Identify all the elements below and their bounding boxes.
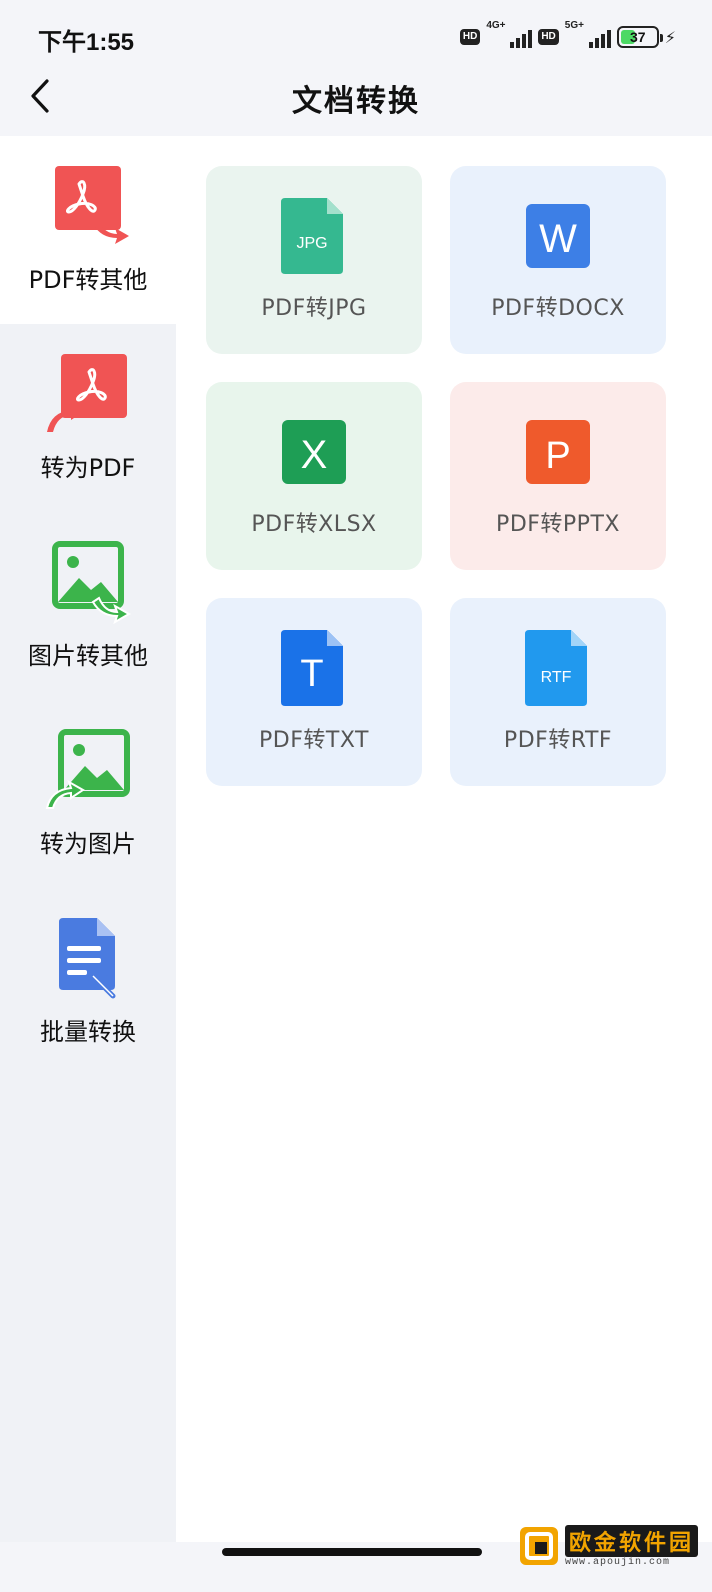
sidebar-item-label: 转为PDF bbox=[40, 454, 136, 482]
excel-icon-text: X bbox=[301, 433, 328, 477]
sidebar-item-label: 批量转换 bbox=[40, 1018, 136, 1046]
pdf-to-pptx-card[interactable]: P PDF转PPTX bbox=[450, 382, 666, 570]
rtf-icon-text: RTF bbox=[541, 669, 572, 686]
sidebar-item-label: 转为图片 bbox=[40, 830, 136, 858]
cellular-signal-icon: 5G+ bbox=[565, 20, 611, 50]
txt-icon-text: T bbox=[300, 653, 323, 695]
status-bar: 下午1:55 HD 4G+ HD 5G+ 37 ⚡ bbox=[0, 0, 712, 70]
jpg-file-icon: JPG bbox=[281, 198, 343, 274]
powerpoint-icon: P bbox=[526, 420, 590, 484]
hd-badge: HD bbox=[459, 29, 481, 45]
conversion-options-panel: JPG PDF转JPG W PDF转DOCX X PDF转XLSX P PDF转… bbox=[176, 136, 712, 1542]
pdf-to-docx-card[interactable]: W PDF转DOCX bbox=[450, 166, 666, 354]
app-header: 文档转换 bbox=[0, 70, 712, 136]
battery-level: 37 bbox=[629, 29, 646, 45]
card-label: PDF转RTF bbox=[503, 728, 613, 753]
watermark-logo-icon bbox=[519, 1527, 558, 1565]
watermark-title: 欧金软件园 bbox=[564, 1524, 698, 1557]
pdf-to-jpg-card[interactable]: JPG PDF转JPG bbox=[206, 166, 422, 354]
card-label: PDF转PPTX bbox=[496, 512, 620, 537]
powerpoint-icon-text: P bbox=[545, 435, 570, 477]
status-time: 下午1:55 bbox=[38, 29, 135, 56]
network-type-label: 4G+ bbox=[486, 20, 506, 31]
sidebar-item-pdf-to-other[interactable]: PDF转其他 bbox=[0, 136, 176, 324]
watermark-url: www.apoujin.com bbox=[564, 1556, 670, 1568]
batch-convert-icon bbox=[59, 918, 116, 999]
card-label: PDF转TXT bbox=[259, 728, 369, 753]
card-label: PDF转DOCX bbox=[491, 296, 625, 321]
sidebar-item-image-to-other[interactable]: 图片转其他 bbox=[0, 512, 176, 700]
sidebar-item-to-pdf[interactable]: 转为PDF bbox=[0, 324, 176, 512]
pdf-to-rtf-card[interactable]: RTF PDF转RTF bbox=[450, 598, 666, 786]
pdf-convert-in-icon bbox=[47, 354, 127, 432]
card-label: PDF转XLSX bbox=[251, 512, 377, 537]
cellular-signal-icon: 4G+ bbox=[486, 20, 533, 50]
image-convert-out-icon bbox=[52, 541, 132, 624]
excel-icon: X bbox=[282, 420, 346, 484]
card-label: PDF转JPG bbox=[261, 296, 367, 321]
sidebar-item-label: PDF转其他 bbox=[28, 266, 148, 294]
jpg-icon-text: JPG bbox=[296, 235, 327, 252]
sidebar-item-to-image[interactable]: 转为图片 bbox=[0, 700, 176, 888]
network-type-label: 5G+ bbox=[564, 20, 584, 31]
home-indicator[interactable] bbox=[222, 1548, 482, 1556]
status-indicators: HD 4G+ HD 5G+ 37 ⚡ bbox=[459, 20, 676, 50]
page-title: 文档转换 bbox=[292, 84, 420, 119]
site-watermark: 欧金软件园 www.apoujin.com bbox=[519, 1520, 698, 1572]
battery-icon: 37 bbox=[616, 26, 663, 48]
sidebar-item-label: 图片转其他 bbox=[28, 642, 148, 670]
image-convert-in-icon bbox=[45, 729, 130, 809]
pdf-to-txt-card[interactable]: T PDF转TXT bbox=[206, 598, 422, 786]
word-icon: W bbox=[526, 204, 590, 268]
word-icon-text: W bbox=[539, 217, 577, 261]
hd-badge: HD bbox=[538, 29, 559, 45]
charging-bolt-icon: ⚡ bbox=[664, 27, 676, 47]
pdf-convert-out-icon bbox=[55, 166, 129, 244]
rtf-file-icon: RTF bbox=[525, 630, 587, 706]
sidebar-item-batch-convert[interactable]: 批量转换 bbox=[0, 888, 176, 1076]
category-sidebar: PDF转其他 转为PDF 图片转其他 转为图片 批量转换 bbox=[0, 136, 176, 1542]
txt-file-icon: T bbox=[281, 630, 343, 706]
pdf-to-xlsx-card[interactable]: X PDF转XLSX bbox=[206, 382, 422, 570]
